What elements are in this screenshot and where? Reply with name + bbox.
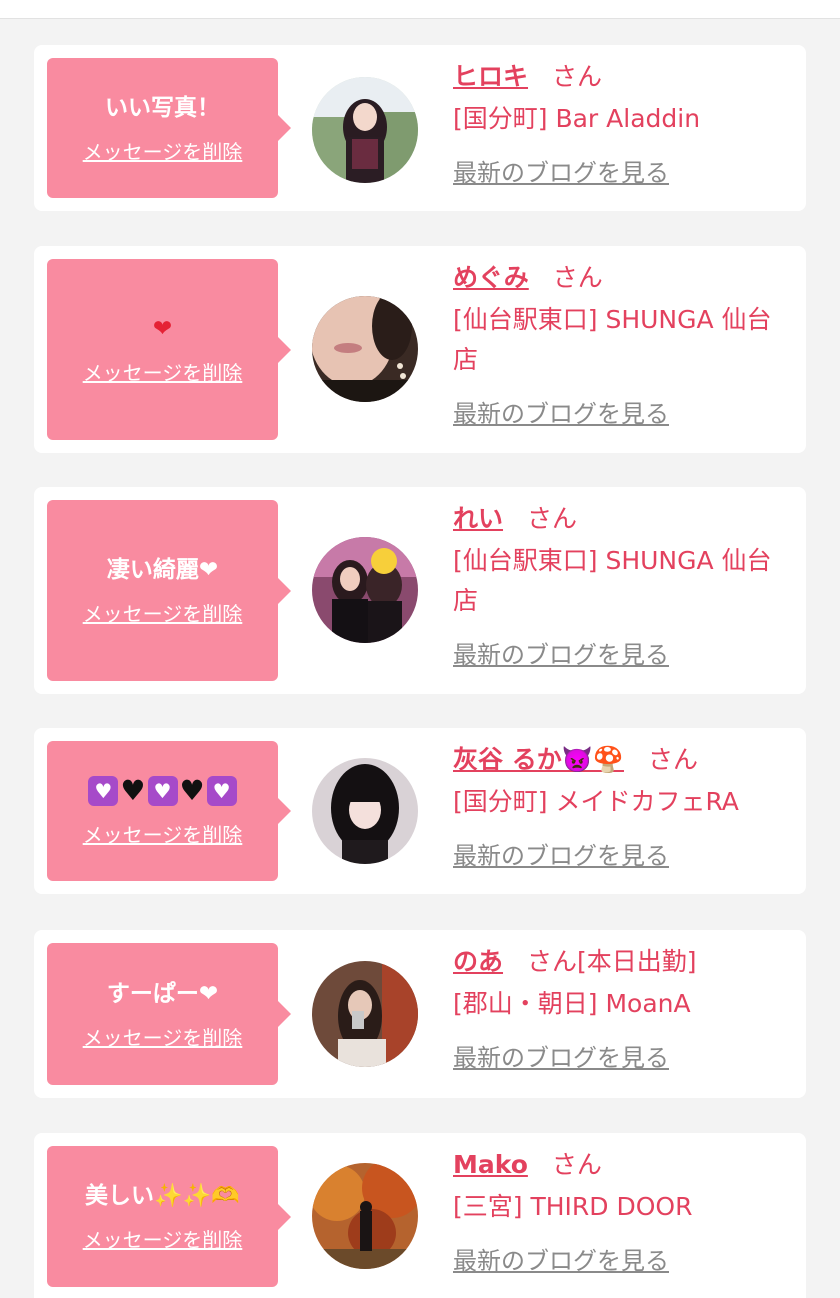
latest-blog-link[interactable]: 最新のブログを見る xyxy=(453,153,669,188)
honorific: さん xyxy=(527,947,578,976)
message-text: ❤ xyxy=(152,316,173,342)
user-name-link[interactable]: れい xyxy=(453,504,503,533)
avatar-photo xyxy=(312,961,418,1067)
message-text: 凄い綺麗❤ xyxy=(106,557,219,583)
message-text: すーぱー❤ xyxy=(106,980,219,1007)
user-info: ヒロキ さん [国分町] Bar Aladdin 最新のブログを見る xyxy=(453,59,788,188)
user-status: [本日出勤] xyxy=(577,947,697,976)
user-name-link[interactable]: のあ xyxy=(453,947,503,976)
shop-name: [国分町] メイドカフェRA xyxy=(453,787,739,816)
message-bubble: 凄い綺麗❤ メッセージを削除 xyxy=(47,500,291,681)
message-card: いい写真！ メッセージを削除 ヒロキ さん [国分町] Bar Aladdin 最… xyxy=(34,45,806,211)
message-bubble: ❤ メッセージを削除 xyxy=(47,259,291,440)
avatar-photo xyxy=(312,296,418,402)
avatar[interactable] xyxy=(312,537,418,643)
message-card: 美しい✨✨🫶 メッセージを削除 Mako さん [三宮] THIRD DOOR 最… xyxy=(34,1133,806,1298)
avatar[interactable] xyxy=(312,758,418,864)
user-info: 灰谷 るか👿🍄 さん [国分町] メイドカフェRA 最新のブログを見る xyxy=(453,742,788,871)
honorific: さん xyxy=(552,62,603,91)
shop-name: [仙台駅東口] SHUNGA 仙台店 xyxy=(453,305,772,374)
user-name-link[interactable]: 灰谷 るか👿🍄 xyxy=(453,745,624,774)
user-name-link[interactable]: ヒロキ xyxy=(453,62,528,91)
user-info: れい さん [仙台駅東口] SHUNGA 仙台店 最新のブログを見る xyxy=(453,501,788,670)
latest-blog-link[interactable]: 最新のブログを見る xyxy=(453,1038,669,1073)
message-card: ❤ メッセージを削除 めぐみ さん [仙台駅東口] SHUNGA 仙台店 最新のブ… xyxy=(34,246,806,453)
message-text: いい写真！ xyxy=(105,94,220,121)
user-name-link[interactable]: Mako xyxy=(453,1150,528,1179)
honorific: さん xyxy=(527,504,578,533)
shop-name: [国分町] Bar Aladdin xyxy=(453,104,701,133)
message-card: 凄い綺麗❤ メッセージを削除 れい さん [仙台駅東口] SHUNGA 仙台店 最… xyxy=(34,487,806,694)
message-bubble: 美しい✨✨🫶 メッセージを削除 xyxy=(47,1146,291,1287)
purple-heart-icon: ♥ xyxy=(206,775,237,806)
shop-name: [仙台駅東口] SHUNGA 仙台店 xyxy=(453,546,772,615)
purple-heart-icon: ♥ xyxy=(88,775,119,806)
delete-message-link[interactable]: メッセージを削除 xyxy=(83,1224,243,1253)
latest-blog-link[interactable]: 最新のブログを見る xyxy=(453,635,669,670)
delete-message-link[interactable]: メッセージを削除 xyxy=(83,1022,243,1051)
top-bar xyxy=(0,0,840,19)
avatar-photo xyxy=(312,758,418,864)
message-bubble: いい写真！ メッセージを削除 xyxy=(47,58,291,198)
message-bubble: ♥ ♥ ♥ ♥ ♥ メッセージを削除 xyxy=(47,741,291,881)
delete-message-link[interactable]: メッセージを削除 xyxy=(83,598,243,627)
honorific: さん xyxy=(552,263,603,292)
honorific: さん xyxy=(647,745,698,774)
honorific: さん xyxy=(551,1150,602,1179)
shop-name: [郡山・朝日] MoanA xyxy=(453,989,691,1018)
message-card: ♥ ♥ ♥ ♥ ♥ メッセージを削除 灰谷 るか👿🍄 さん [国分町] メイドカフェRA … xyxy=(34,728,806,894)
user-info: めぐみ さん [仙台駅東口] SHUNGA 仙台店 最新のブログを見る xyxy=(453,260,788,429)
user-name-link[interactable]: めぐみ xyxy=(453,263,529,292)
user-info: Mako さん [三宮] THIRD DOOR 最新のブログを見る xyxy=(453,1147,788,1276)
latest-blog-link[interactable]: 最新のブログを見る xyxy=(453,836,669,871)
avatar[interactable] xyxy=(312,77,418,183)
avatar-photo xyxy=(312,77,418,183)
user-info: のあ さん[本日出勤] [郡山・朝日] MoanA 最新のブログを見る xyxy=(453,944,788,1073)
avatar[interactable] xyxy=(312,296,418,402)
delete-message-link[interactable]: メッセージを削除 xyxy=(83,357,243,386)
message-card: すーぱー❤ メッセージを削除 のあ さん[本日出勤] [郡山・朝日] MoanA … xyxy=(34,930,806,1098)
message-text: ♥ ♥ ♥ ♥ ♥ xyxy=(87,774,237,807)
purple-heart-icon: ♥ xyxy=(147,775,178,806)
delete-message-link[interactable]: メッセージを削除 xyxy=(83,819,243,848)
avatar[interactable] xyxy=(312,1163,418,1269)
avatar-photo xyxy=(312,537,418,643)
latest-blog-link[interactable]: 最新のブログを見る xyxy=(453,394,669,429)
black-heart-icon: ♥ xyxy=(120,773,146,807)
delete-message-link[interactable]: メッセージを削除 xyxy=(83,136,243,165)
message-text: 美しい✨✨🫶 xyxy=(85,1183,240,1209)
avatar-photo xyxy=(312,1163,418,1269)
latest-blog-link[interactable]: 最新のブログを見る xyxy=(453,1241,669,1276)
black-heart-icon: ♥ xyxy=(179,773,205,807)
message-bubble: すーぱー❤ メッセージを削除 xyxy=(47,943,291,1085)
shop-name: [三宮] THIRD DOOR xyxy=(453,1192,693,1221)
avatar[interactable] xyxy=(312,961,418,1067)
